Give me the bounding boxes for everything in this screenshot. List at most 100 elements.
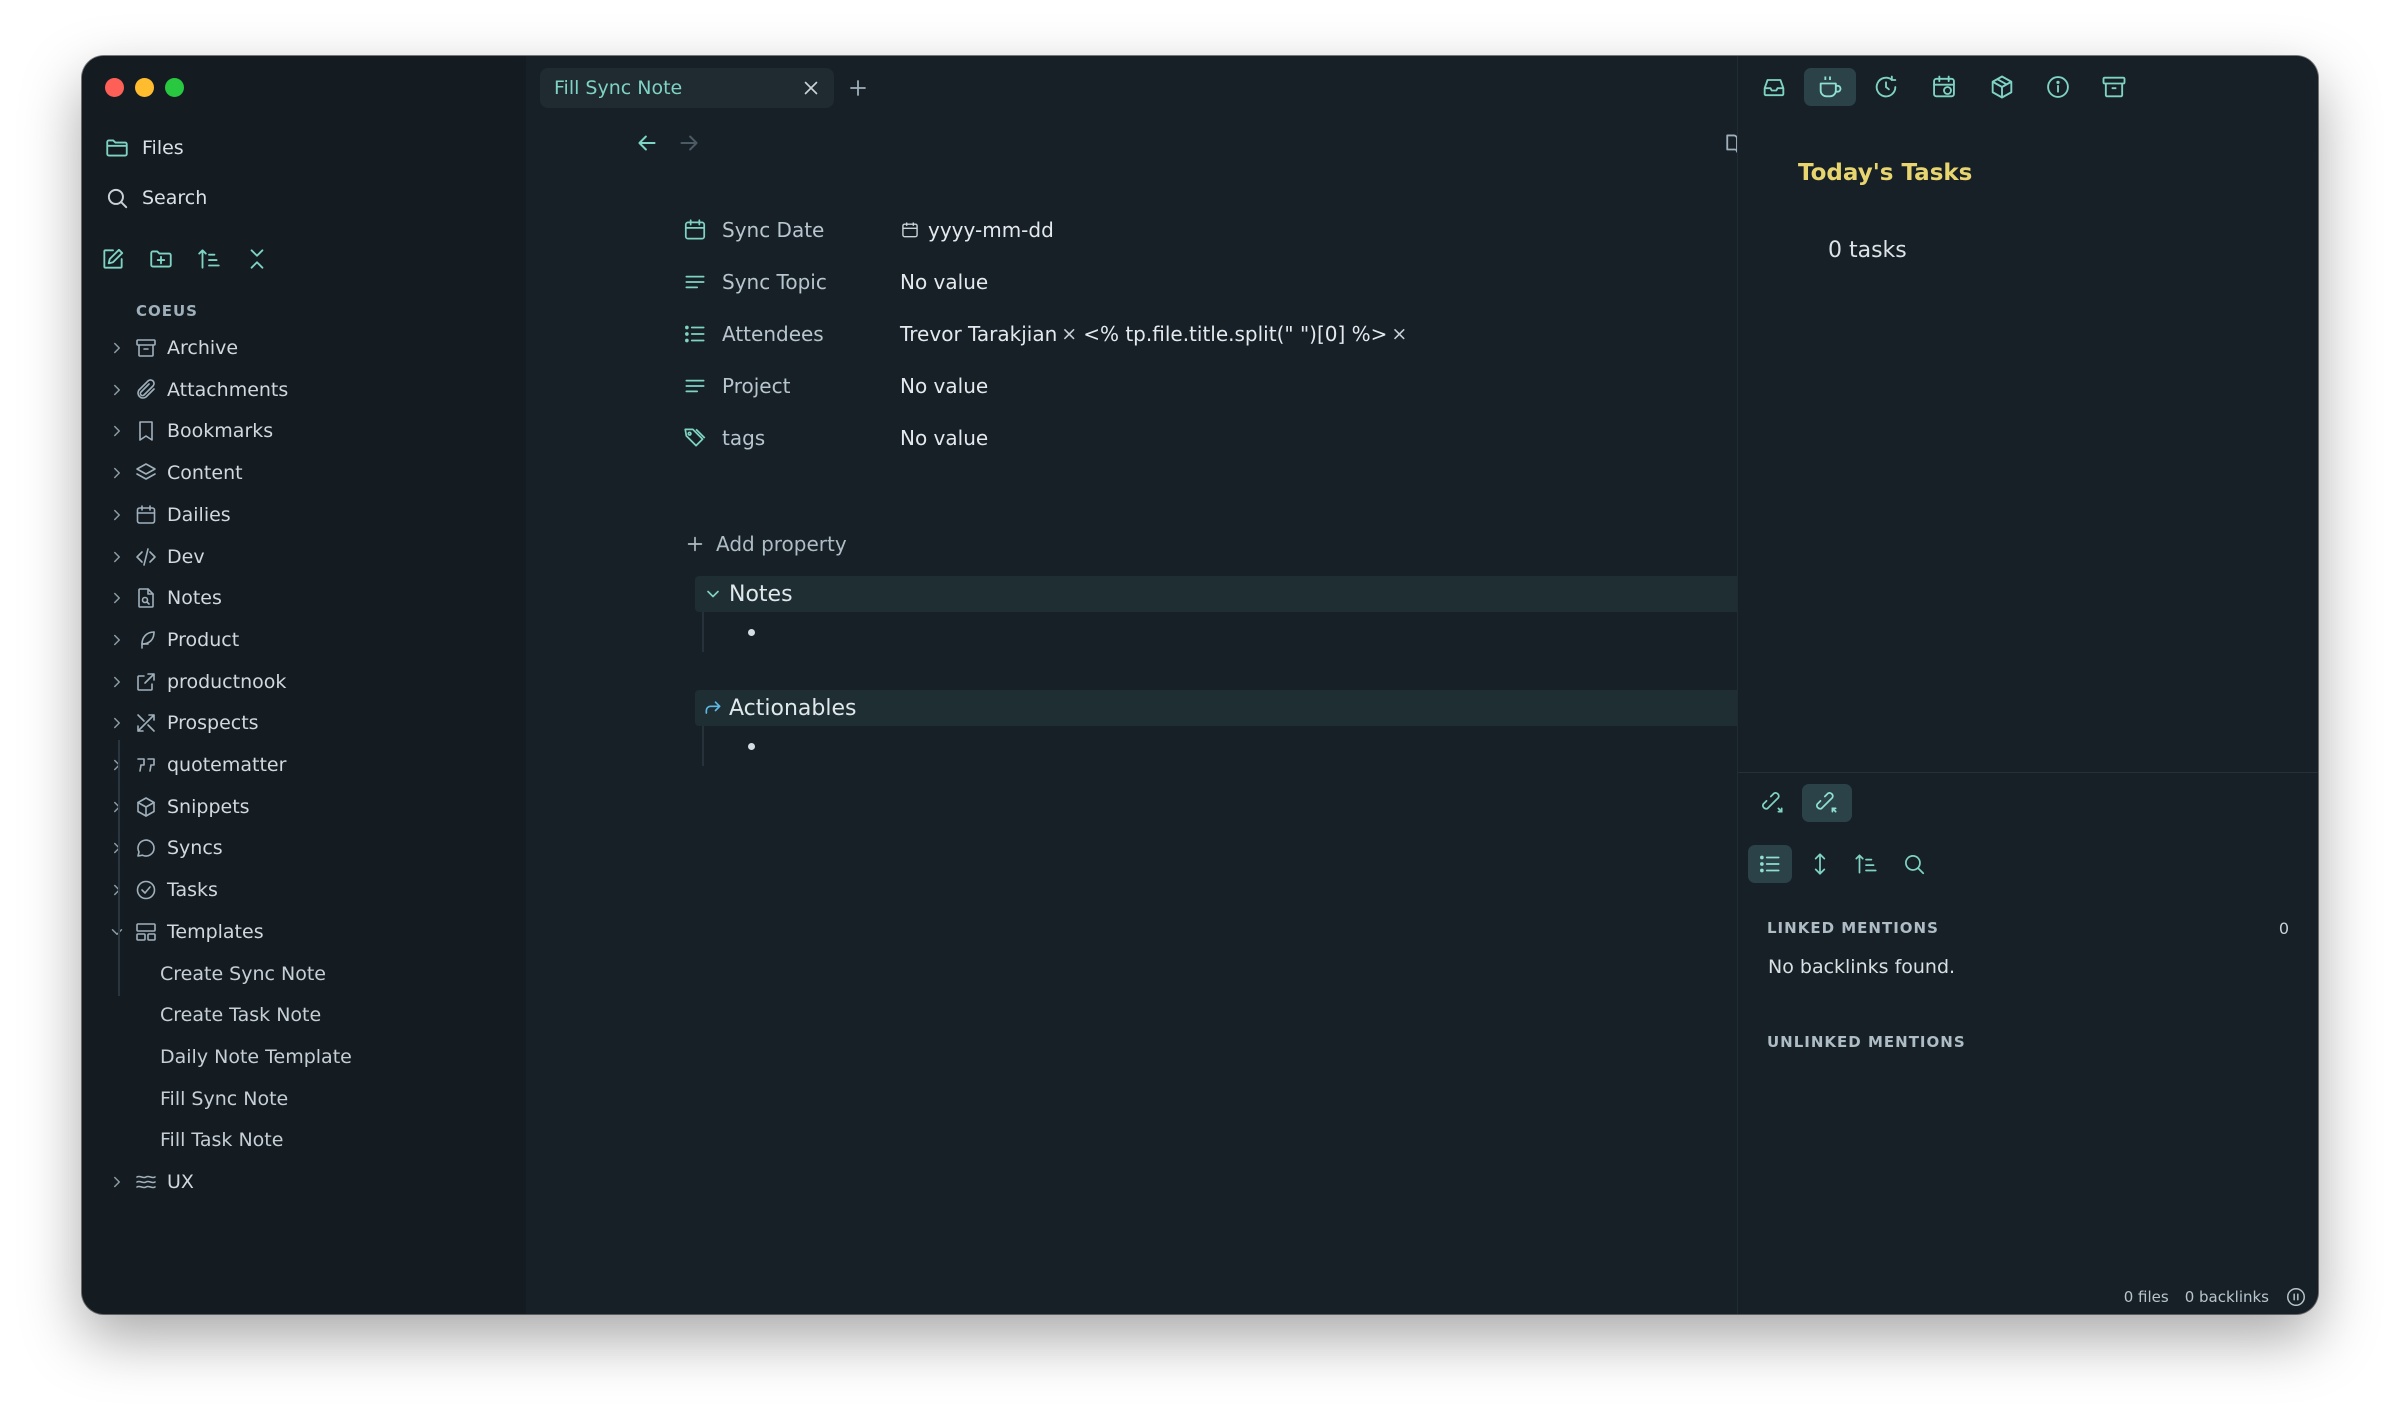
new-tab-plus-icon[interactable] bbox=[846, 76, 870, 100]
outgoing-links-tab[interactable] bbox=[1748, 784, 1798, 822]
chevron-right-icon[interactable] bbox=[108, 673, 126, 691]
folder-content[interactable]: Content bbox=[108, 453, 243, 493]
attendee-pill[interactable]: <% tp.file.title.split(" ")[0] %> bbox=[1083, 322, 1387, 346]
collapse-all-button[interactable] bbox=[244, 246, 270, 272]
unlinked-mentions-heading[interactable]: UNLINKED MENTIONS bbox=[1767, 1033, 1966, 1051]
new-note-button[interactable] bbox=[100, 246, 126, 272]
remove-attendee-icon[interactable]: × bbox=[1391, 323, 1407, 345]
code-icon bbox=[136, 547, 156, 566]
expand-vertical-icon bbox=[1814, 853, 1826, 875]
waves-icon bbox=[136, 1175, 156, 1189]
callout-actionables[interactable]: Actionables bbox=[695, 690, 1755, 726]
search-icon bbox=[107, 188, 128, 209]
chevron-right-icon[interactable] bbox=[108, 756, 126, 774]
back-arrow-icon[interactable] bbox=[634, 130, 660, 156]
add-property-button[interactable]: Add property bbox=[684, 532, 847, 556]
attendee-pill[interactable]: Trevor Tarakjian bbox=[900, 322, 1057, 346]
property-value-project[interactable]: No value bbox=[900, 368, 988, 404]
folder-syncs[interactable]: Syncs bbox=[108, 828, 223, 868]
sort-button[interactable] bbox=[196, 246, 222, 272]
chevron-right-icon[interactable] bbox=[108, 422, 126, 440]
edit-icon bbox=[103, 248, 124, 269]
property-value-text: No value bbox=[900, 270, 989, 294]
folder-dailies[interactable]: Dailies bbox=[108, 495, 231, 535]
chevron-down-icon[interactable] bbox=[108, 923, 126, 941]
right-tab-archive[interactable] bbox=[2088, 68, 2140, 106]
show-as-list-button[interactable] bbox=[1748, 845, 1792, 883]
property-key-label: Attendees bbox=[722, 322, 824, 346]
folder-label: Templates bbox=[167, 920, 264, 943]
chevron-right-icon[interactable] bbox=[108, 839, 126, 857]
property-key-project[interactable]: Project bbox=[682, 368, 790, 404]
folder-archive[interactable]: Archive bbox=[108, 328, 238, 368]
chevron-right-icon[interactable] bbox=[108, 464, 126, 482]
pause-sync-icon[interactable] bbox=[2285, 1286, 2307, 1308]
folder-notes[interactable]: Notes bbox=[108, 578, 222, 618]
folder-templates[interactable]: Templates bbox=[108, 912, 264, 952]
callout-notes[interactable]: Notes bbox=[695, 576, 1755, 612]
chevron-right-icon[interactable] bbox=[108, 798, 126, 816]
right-tab-tasks[interactable] bbox=[1804, 68, 1856, 106]
folder-tasks[interactable]: Tasks bbox=[108, 870, 218, 910]
right-tab-calendar[interactable] bbox=[1918, 68, 1970, 106]
right-tab-info[interactable] bbox=[2032, 68, 2084, 106]
property-value-tags[interactable]: No value bbox=[900, 420, 988, 456]
chevron-right-icon[interactable] bbox=[108, 631, 126, 649]
folder-product[interactable]: Product bbox=[108, 620, 239, 660]
chevron-right-icon[interactable] bbox=[108, 548, 126, 566]
property-value-attendees[interactable]: Trevor Tarakjian × <% tp.file.title.spli… bbox=[900, 316, 1413, 352]
file-explorer-toolbar bbox=[100, 246, 270, 272]
file-item[interactable]: Create Task Note bbox=[160, 995, 321, 1035]
folder-bookmarks[interactable]: Bookmarks bbox=[108, 411, 273, 451]
property-value-sync-topic[interactable]: No value bbox=[900, 264, 988, 300]
sort-backlinks-button[interactable] bbox=[1844, 845, 1888, 883]
chevron-right-icon[interactable] bbox=[108, 589, 126, 607]
folder-dev[interactable]: Dev bbox=[108, 537, 205, 577]
close-window-button[interactable] bbox=[105, 78, 124, 97]
property-key-sync-topic[interactable]: Sync Topic bbox=[682, 264, 827, 300]
folder-quotematter[interactable]: quotematter bbox=[108, 745, 286, 785]
zoom-window-button[interactable] bbox=[165, 78, 184, 97]
folder-productnook[interactable]: productnook bbox=[108, 662, 286, 702]
search-backlinks-button[interactable] bbox=[1892, 845, 1936, 883]
editor-pane: Fill Sync Note Sync Date yyyy-mm-dd Sync… bbox=[526, 56, 1789, 1314]
folder-snippets[interactable]: Snippets bbox=[108, 787, 250, 827]
property-value-sync-date[interactable]: yyyy-mm-dd bbox=[900, 212, 1054, 248]
chevron-right-icon[interactable] bbox=[108, 381, 126, 399]
file-item[interactable]: Fill Task Note bbox=[160, 1120, 283, 1160]
property-key-tags[interactable]: tags bbox=[682, 420, 765, 456]
vault-name: COEUS bbox=[136, 302, 198, 320]
linked-mentions-heading[interactable]: LINKED MENTIONS bbox=[1767, 919, 1939, 937]
files-nav[interactable]: Files bbox=[104, 128, 184, 168]
minimize-window-button[interactable] bbox=[135, 78, 154, 97]
property-key-attendees[interactable]: Attendees bbox=[682, 316, 824, 352]
file-item[interactable]: Daily Note Template bbox=[160, 1037, 352, 1077]
file-item[interactable]: Fill Sync Note bbox=[160, 1079, 288, 1119]
chevron-right-icon[interactable] bbox=[108, 881, 126, 899]
chevron-right-icon[interactable] bbox=[108, 506, 126, 524]
right-tab-inbox[interactable] bbox=[1748, 68, 1800, 106]
property-key-sync-date[interactable]: Sync Date bbox=[682, 212, 824, 248]
remove-attendee-icon[interactable]: × bbox=[1061, 323, 1077, 345]
quote-icon bbox=[137, 758, 155, 772]
chevron-right-icon[interactable] bbox=[108, 1173, 126, 1191]
close-icon[interactable] bbox=[800, 77, 822, 99]
right-tab-package[interactable] bbox=[1976, 68, 2028, 106]
chevron-right-icon[interactable] bbox=[108, 339, 126, 357]
list-bullet[interactable] bbox=[748, 629, 755, 636]
expand-collapse-button[interactable] bbox=[1798, 845, 1842, 883]
right-tab-sync[interactable] bbox=[1860, 68, 1912, 106]
folder-attachments[interactable]: Attachments bbox=[108, 370, 288, 410]
chevron-right-icon[interactable] bbox=[108, 714, 126, 732]
list-bullet[interactable] bbox=[748, 743, 755, 750]
new-folder-button[interactable] bbox=[148, 246, 174, 272]
search-nav[interactable]: Search bbox=[104, 178, 207, 218]
forward-arrow-icon[interactable] bbox=[676, 130, 702, 156]
chevron-down-icon[interactable] bbox=[703, 584, 723, 604]
left-sidebar: Files Search COEUS Archive Attachments Boo… bbox=[82, 56, 527, 1314]
tab-fill-sync-note[interactable]: Fill Sync Note bbox=[540, 68, 834, 108]
folder-ux[interactable]: UX bbox=[108, 1162, 194, 1202]
backlinks-tab[interactable] bbox=[1802, 784, 1852, 822]
folder-prospects[interactable]: Prospects bbox=[108, 703, 259, 743]
file-item[interactable]: Create Sync Note bbox=[160, 954, 326, 994]
